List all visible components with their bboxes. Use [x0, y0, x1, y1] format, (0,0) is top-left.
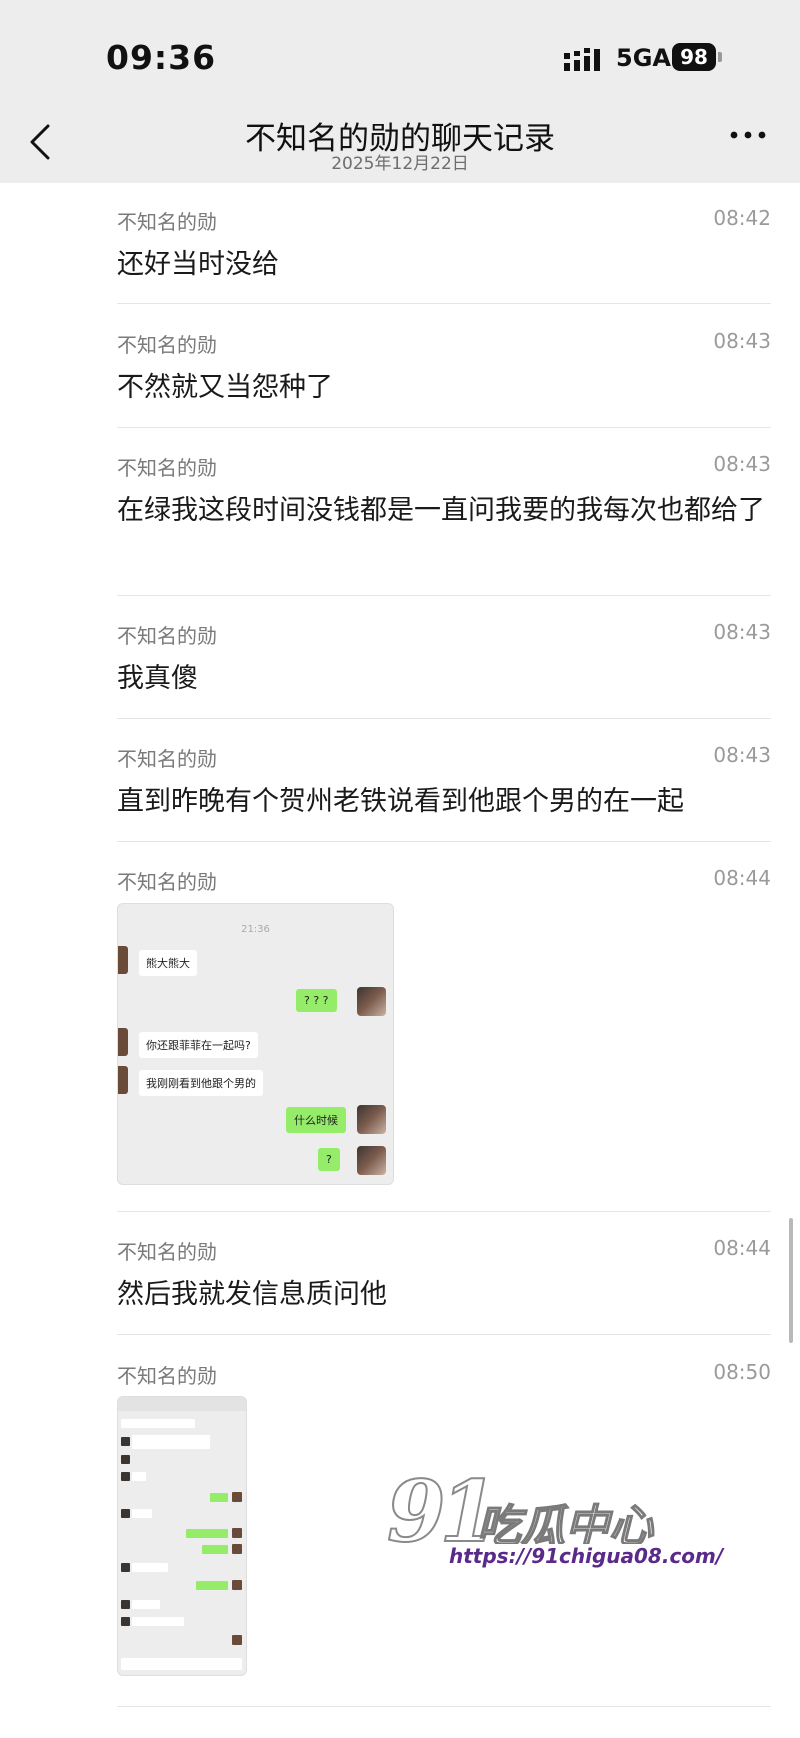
mini-bubble: [132, 1617, 184, 1626]
divider: [117, 1706, 771, 1707]
message-item[interactable]: 不知名的勋 08:50: [117, 1360, 771, 1390]
mini-bubble: [186, 1529, 228, 1538]
message-text: 还好当时没给: [117, 249, 279, 280]
mini-bubble: [202, 1545, 228, 1554]
page-subtitle-date: 2025年12月22日: [331, 154, 469, 174]
mini-bubble: [121, 1419, 195, 1428]
battery-tip: [718, 52, 722, 62]
message-time: 08:43: [713, 620, 771, 644]
mini-avatar: [121, 1617, 130, 1626]
battery-icon: 98: [672, 43, 716, 71]
more-dots-icon[interactable]: [728, 128, 768, 142]
avatar: [357, 1146, 386, 1175]
mini-bubble: [132, 1472, 146, 1481]
chat-bubble-right: ? ? ?: [296, 989, 337, 1012]
mini-bubble: [132, 1435, 210, 1449]
message-sender: 不知名的勋: [117, 210, 217, 234]
message-sender: 不知名的勋: [117, 624, 217, 648]
mini-bubble: [196, 1581, 228, 1590]
message-text: 然后我就发信息质问他: [117, 1279, 387, 1310]
mini-bubble: [132, 1600, 160, 1609]
message-time: 08:42: [713, 206, 771, 230]
watermark: 91 吃瓜中心 https://91chigua08.com/: [386, 1461, 728, 1582]
message-item[interactable]: 不知名的勋 08:44: [117, 866, 771, 896]
screenshot-timestamp: 21:36: [241, 924, 270, 935]
message-time: 08:44: [713, 1236, 771, 1260]
signal-icon: [564, 48, 600, 71]
mini-avatar: [232, 1580, 242, 1590]
mini-avatar: [121, 1509, 130, 1518]
divider: [117, 1211, 771, 1212]
nav-header: 09:36 5GA 98 不知名的勋的聊天记录 2025年12月22日: [0, 0, 800, 183]
divider: [117, 303, 771, 304]
message-item[interactable]: 不知名的勋 08:42 还好当时没给: [117, 206, 771, 286]
avatar: [118, 1066, 128, 1094]
divider: [117, 595, 771, 596]
divider: [117, 841, 771, 842]
avatar: [357, 987, 386, 1016]
network-label: 5GA: [616, 44, 671, 72]
mini-avatar: [232, 1528, 242, 1538]
chat-bubble-left: 我刚刚看到他跟个男的: [139, 1070, 263, 1096]
status-time: 09:36: [106, 38, 217, 77]
mini-avatar: [232, 1544, 242, 1554]
message-sender: 不知名的勋: [117, 333, 217, 357]
message-time: 08:44: [713, 866, 771, 890]
chat-screenshot-image-2[interactable]: [117, 1396, 247, 1676]
chat-screenshot-image[interactable]: 21:36 熊大熊大 ? ? ? 你还跟菲菲在一起吗? 我刚刚看到他跟个男的 什…: [117, 903, 394, 1185]
mini-bubble: [132, 1509, 152, 1518]
divider: [117, 1334, 771, 1335]
chat-bubble-left: 你还跟菲菲在一起吗?: [139, 1032, 258, 1058]
chat-bubble-right: ?: [318, 1148, 340, 1171]
mini-avatar: [121, 1472, 130, 1481]
message-sender: 不知名的勋: [117, 747, 217, 771]
message-text: 不然就又当怨种了: [117, 372, 333, 403]
message-item[interactable]: 不知名的勋 08:43 我真傻: [117, 620, 771, 700]
mini-bubble: [210, 1493, 228, 1502]
watermark-url: https://91chigua08.com/: [445, 1544, 728, 1568]
avatar: [118, 1028, 128, 1056]
message-time: 08:50: [713, 1360, 771, 1384]
message-item[interactable]: 不知名的勋 08:44 然后我就发信息质问他: [117, 1236, 771, 1316]
message-sender: 不知名的勋: [117, 870, 217, 894]
mini-avatar: [121, 1437, 130, 1446]
divider: [117, 427, 771, 428]
message-time: 08:43: [713, 743, 771, 767]
screenshot-status-bar: [118, 1397, 246, 1411]
message-item[interactable]: 不知名的勋 08:43 直到昨晚有个贺州老铁说看到他跟个男的在一起: [117, 743, 771, 823]
avatar: [357, 1105, 386, 1134]
message-sender: 不知名的勋: [117, 1240, 217, 1264]
mini-avatar: [121, 1455, 130, 1464]
chat-bubble-right: 什么时候: [286, 1107, 346, 1133]
mini-input-bar: [121, 1658, 242, 1670]
message-text: 直到昨晚有个贺州老铁说看到他跟个男的在一起: [117, 786, 684, 817]
message-item[interactable]: 不知名的勋 08:43 在绿我这段时间没钱都是一直问我要的我每次也都给了: [117, 452, 771, 577]
message-item[interactable]: 不知名的勋 08:43 不然就又当怨种了: [117, 329, 771, 409]
message-time: 08:43: [713, 452, 771, 476]
divider: [117, 718, 771, 719]
message-text: 我真傻: [117, 663, 198, 694]
message-time: 08:43: [713, 329, 771, 353]
avatar: [118, 946, 128, 974]
chat-bubble-left: 熊大熊大: [139, 950, 197, 976]
mini-avatar: [121, 1600, 130, 1609]
mini-avatar: [121, 1563, 130, 1572]
mini-avatar: [232, 1492, 242, 1502]
message-sender: 不知名的勋: [117, 1364, 217, 1388]
scrollbar[interactable]: [789, 1218, 793, 1343]
message-text: 在绿我这段时间没钱都是一直问我要的我每次也都给了: [117, 495, 765, 526]
message-sender: 不知名的勋: [117, 456, 217, 480]
mini-avatar: [232, 1635, 242, 1645]
mini-bubble: [132, 1563, 168, 1572]
